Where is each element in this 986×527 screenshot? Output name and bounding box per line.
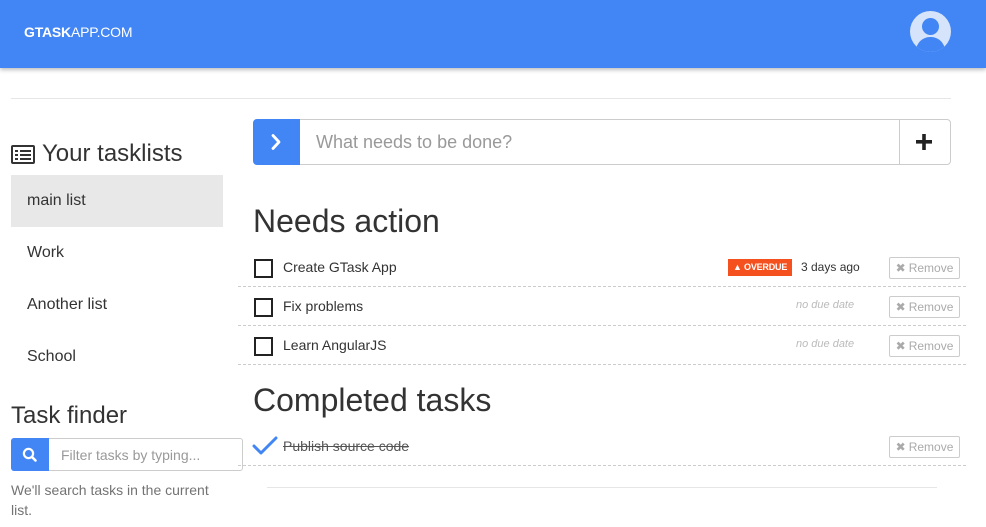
task-row: Publish source code ✖ Remove: [238, 427, 966, 466]
task-name[interactable]: Publish source code: [283, 438, 409, 454]
needs-action-heading: Needs action: [253, 203, 440, 239]
close-icon: ✖: [895, 339, 906, 353]
checkmark-icon[interactable]: [252, 435, 278, 457]
close-icon: ✖: [895, 261, 906, 275]
new-task-bar: [253, 119, 951, 165]
warning-icon: ▲: [733, 262, 745, 272]
task-name[interactable]: Learn AngularJS: [283, 337, 387, 353]
completed-heading: Completed tasks: [253, 382, 492, 418]
task-name[interactable]: Fix problems: [283, 298, 363, 314]
sidebar-item-another-list[interactable]: Another list: [11, 279, 223, 331]
chevron-right-icon: [271, 134, 281, 150]
overdue-label: OVERDUE: [744, 262, 788, 272]
remove-label: Remove: [908, 300, 954, 314]
no-due-date: no due date: [796, 299, 855, 311]
task-finder-heading: Task finder: [11, 402, 128, 429]
sidebar-item-main-list[interactable]: main list: [11, 175, 223, 227]
close-icon: ✖: [895, 300, 906, 314]
remove-button[interactable]: ✖ Remove: [889, 335, 960, 357]
user-avatar-icon[interactable]: [910, 11, 951, 52]
plus-icon: [916, 134, 932, 150]
brand-logo[interactable]: GTASKAPP.COM: [24, 24, 133, 40]
list-icon: [11, 144, 35, 164]
task-filter-input[interactable]: [49, 438, 243, 471]
no-due-date: no due date: [796, 338, 855, 350]
search-button[interactable]: [11, 438, 49, 471]
tasklists-title: Your tasklists: [42, 140, 183, 167]
remove-button[interactable]: ✖ Remove: [889, 257, 960, 279]
remove-button[interactable]: ✖ Remove: [889, 296, 960, 318]
remove-label: Remove: [908, 339, 954, 353]
remove-label: Remove: [908, 261, 954, 275]
sidebar-item-work[interactable]: Work: [11, 227, 223, 279]
task-row: Fix problems no due date ✖ Remove: [238, 287, 966, 326]
task-finder: [11, 438, 243, 471]
task-row: Learn AngularJS no due date ✖ Remove: [238, 326, 966, 365]
brand-bold: GTASK: [24, 24, 71, 40]
divider: [267, 487, 937, 488]
remove-button[interactable]: ✖ Remove: [889, 436, 960, 458]
brand-rest: APP.COM: [70, 24, 133, 40]
avatar-body: [916, 37, 945, 52]
avatar-head: [922, 18, 939, 35]
divider: [11, 98, 951, 99]
task-row: Create GTask App ▲ OVERDUE 3 days ago ✖ R…: [238, 248, 966, 287]
task-checkbox[interactable]: [254, 298, 273, 317]
task-checkbox[interactable]: [254, 337, 273, 356]
search-icon: [22, 447, 37, 462]
close-icon: ✖: [895, 440, 906, 454]
task-name[interactable]: Create GTask App: [283, 259, 397, 275]
due-date: 3 days ago: [801, 260, 860, 274]
add-task-button[interactable]: [899, 119, 951, 165]
top-navbar: GTASKAPP.COM: [0, 0, 986, 68]
tasklist-menu: main list Work Another list School: [11, 175, 223, 383]
remove-label: Remove: [908, 440, 954, 454]
submit-task-button[interactable]: [253, 119, 300, 165]
overdue-badge: ▲ OVERDUE: [728, 259, 793, 276]
sidebar-item-school[interactable]: School: [11, 331, 223, 383]
new-task-input[interactable]: [300, 119, 899, 165]
tasklists-heading: Your tasklists: [11, 140, 183, 168]
finder-help-text: We'll search tasks in the current list.: [11, 482, 209, 518]
task-checkbox[interactable]: [254, 259, 273, 278]
